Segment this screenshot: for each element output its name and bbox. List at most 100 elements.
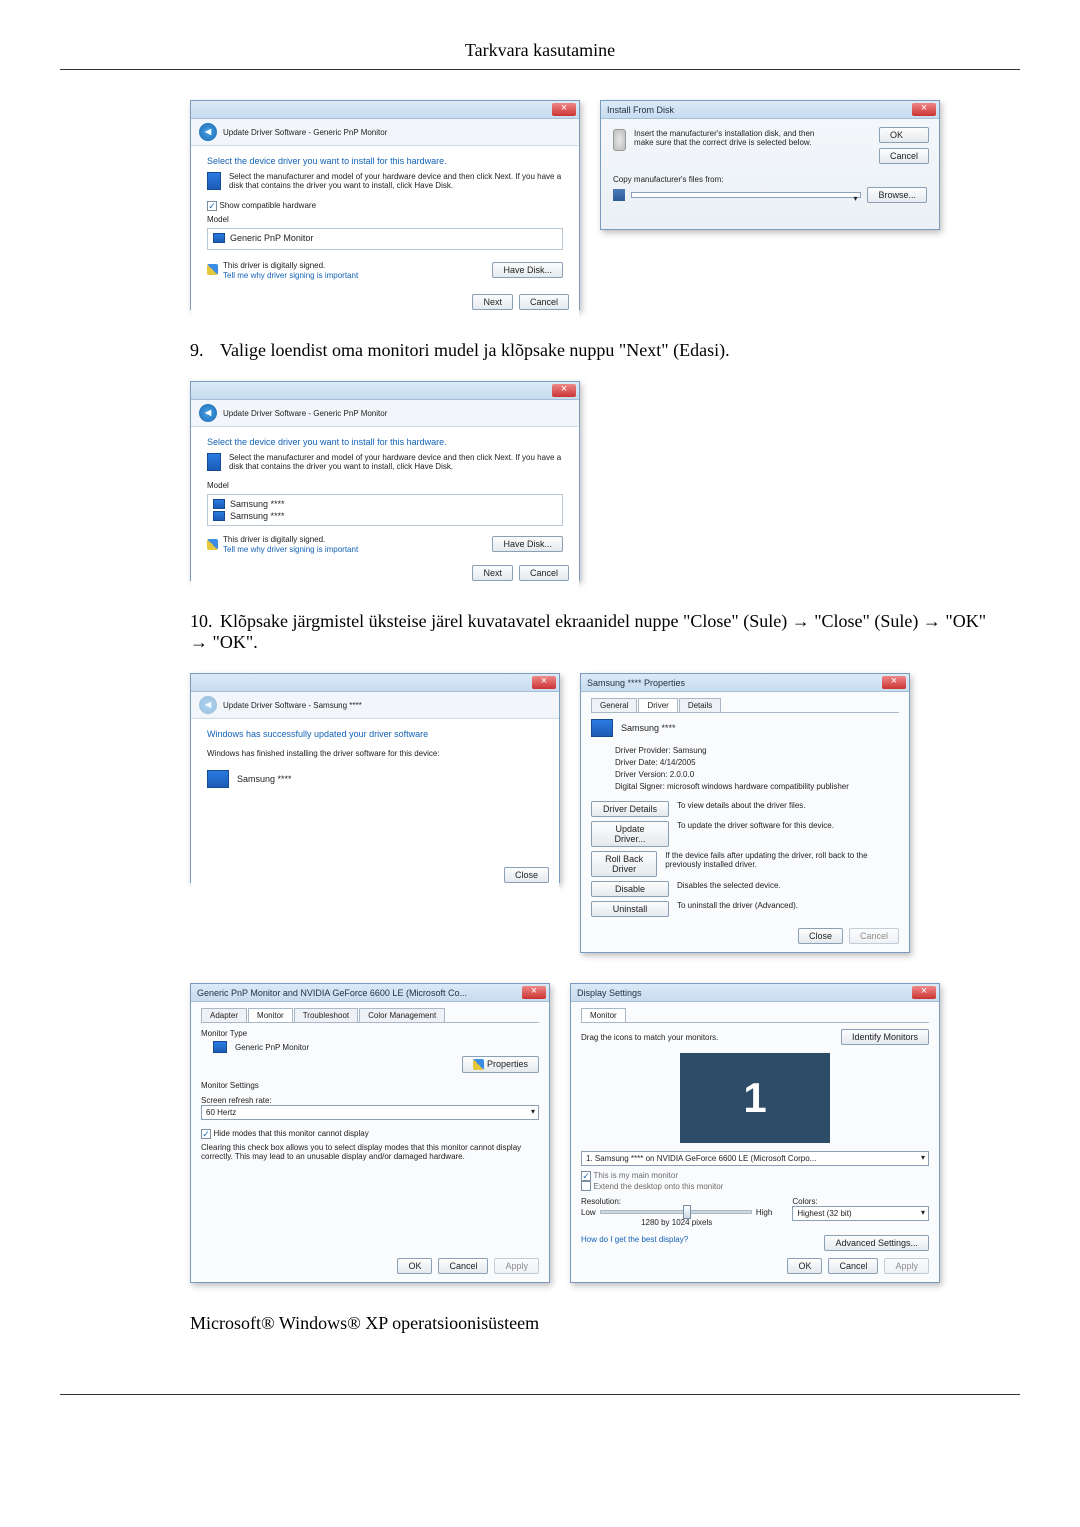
cancel-button[interactable]: Cancel: [519, 294, 569, 310]
step-10: 10.Klõpsake järgmistel üksteise järel ku…: [190, 611, 1000, 653]
close-icon[interactable]: ×: [912, 986, 936, 999]
drag-instruction: Drag the icons to match your monitors.: [581, 1033, 718, 1042]
resolution-value: 1280 by 1024 pixels: [581, 1218, 772, 1227]
device-name: Samsung ****: [237, 774, 292, 784]
floppy-icon: [613, 189, 625, 201]
model-list[interactable]: Samsung **** Samsung ****: [207, 494, 563, 526]
title-bar: Install From Disk ×: [601, 101, 939, 119]
title-bar: Display Settings ×: [571, 984, 939, 1002]
monitor-icon: [213, 1041, 227, 1053]
finish-dialog: × ◄ Update Driver Software - Samsung ***…: [190, 673, 560, 883]
monitor-type-value: Generic PnP Monitor: [235, 1043, 309, 1052]
disk-icon: [613, 129, 626, 151]
have-disk-button[interactable]: Have Disk...: [492, 536, 563, 552]
title-bar: ×: [191, 382, 579, 400]
rollback-driver-button[interactable]: Roll Back Driver: [591, 851, 657, 877]
update-driver-button[interactable]: Update Driver...: [591, 821, 669, 847]
cancel-button[interactable]: Cancel: [828, 1258, 878, 1274]
shield-icon: [207, 539, 218, 550]
device-name: Samsung ****: [621, 723, 676, 733]
colors-select[interactable]: Highest (32 bit): [792, 1206, 929, 1221]
tell-me-link[interactable]: Tell me why driver signing is important: [223, 271, 358, 280]
dialog-title: Samsung **** Properties: [587, 678, 685, 688]
best-display-link[interactable]: How do I get the best display?: [581, 1235, 688, 1251]
properties-button[interactable]: Properties: [462, 1056, 539, 1073]
breadcrumb-text: Update Driver Software - Generic PnP Mon…: [223, 128, 387, 137]
step-9: 9.Valige loendist oma monitori mudel ja …: [190, 340, 1000, 361]
cancel-button[interactable]: Cancel: [438, 1258, 488, 1274]
tab-color-management[interactable]: Color Management: [359, 1008, 445, 1022]
advanced-settings-button[interactable]: Advanced Settings...: [824, 1235, 929, 1251]
close-button[interactable]: Close: [504, 867, 549, 883]
ok-button[interactable]: OK: [879, 127, 929, 143]
next-button[interactable]: Next: [472, 565, 513, 581]
next-button[interactable]: Next: [472, 294, 513, 310]
uninstall-button[interactable]: Uninstall: [591, 901, 669, 917]
cancel-button[interactable]: Cancel: [519, 565, 569, 581]
tab-general[interactable]: General: [591, 698, 637, 712]
refresh-rate-label: Screen refresh rate:: [201, 1096, 539, 1105]
tell-me-link[interactable]: Tell me why driver signing is important: [223, 545, 358, 554]
monitor-preview[interactable]: 1: [680, 1053, 830, 1143]
extend-desktop-checkbox: [581, 1181, 591, 1191]
tab-driver[interactable]: Driver: [638, 698, 677, 712]
monitor-type-label: Monitor Type: [201, 1029, 539, 1038]
dialog-heading: Select the device driver you want to ins…: [207, 437, 563, 447]
properties-dialog: Samsung **** Properties × General Driver…: [580, 673, 910, 953]
monitor-icon: [591, 719, 613, 737]
finish-sub: Windows has finished installing the driv…: [207, 749, 543, 758]
model-list[interactable]: Generic PnP Monitor: [207, 228, 563, 250]
dialog-heading: Select the device driver you want to ins…: [207, 156, 563, 166]
tab-monitor[interactable]: Monitor: [581, 1008, 626, 1022]
cancel-button[interactable]: Cancel: [879, 148, 929, 164]
copy-from-label: Copy manufacturer's files from:: [613, 175, 927, 184]
monitor-icon: [207, 770, 229, 788]
path-select[interactable]: [631, 192, 861, 198]
header-divider: [60, 69, 1020, 70]
tab-details[interactable]: Details: [679, 698, 721, 712]
main-monitor-checkbox: ✓: [581, 1171, 591, 1181]
signed-text: This driver is digitally signed.: [223, 261, 325, 270]
finish-heading: Windows has successfully updated your dr…: [207, 729, 543, 739]
dialog-title: Display Settings: [577, 988, 642, 998]
install-from-disk-dialog: Install From Disk × Insert the manufactu…: [600, 100, 940, 230]
identify-monitors-button[interactable]: Identify Monitors: [841, 1029, 929, 1045]
tab-troubleshoot[interactable]: Troubleshoot: [294, 1008, 358, 1022]
close-icon[interactable]: ×: [522, 986, 546, 999]
model-label: Model: [207, 215, 563, 224]
driver-wizard-dialog-1: × ◄ Update Driver Software - Generic PnP…: [190, 100, 580, 310]
title-bar: Generic PnP Monitor and NVIDIA GeForce 6…: [191, 984, 549, 1002]
close-icon[interactable]: ×: [552, 384, 576, 397]
ok-button[interactable]: OK: [787, 1258, 822, 1274]
cancel-button: Cancel: [849, 928, 899, 944]
breadcrumb-text: Update Driver Software - Samsung ****: [223, 701, 362, 710]
close-icon[interactable]: ×: [882, 676, 906, 689]
monitor-icon: [207, 172, 221, 190]
disable-button[interactable]: Disable: [591, 881, 669, 897]
page-header: Tarkvara kasutamine: [60, 40, 1020, 61]
refresh-rate-select[interactable]: 60 Hertz: [201, 1105, 539, 1120]
hide-modes-checkbox[interactable]: ✓: [201, 1129, 211, 1139]
browse-button[interactable]: Browse...: [867, 187, 927, 203]
show-compatible-label: Show compatible hardware: [220, 201, 317, 210]
tab-monitor[interactable]: Monitor: [248, 1008, 293, 1022]
hide-modes-description: Clearing this check box allows you to se…: [201, 1143, 539, 1161]
extend-desktop-label: Extend the desktop onto this monitor: [594, 1182, 724, 1191]
driver-details-button[interactable]: Driver Details: [591, 801, 669, 817]
back-icon[interactable]: ◄: [199, 123, 217, 141]
monitor-select[interactable]: 1. Samsung **** on NVIDIA GeForce 6600 L…: [581, 1151, 929, 1166]
shield-icon: [473, 1059, 484, 1070]
close-icon[interactable]: ×: [552, 103, 576, 116]
monitor-icon: [207, 453, 221, 471]
show-compatible-checkbox[interactable]: ✓: [207, 201, 217, 211]
back-icon[interactable]: ◄: [199, 404, 217, 422]
ok-button[interactable]: OK: [397, 1258, 432, 1274]
close-icon[interactable]: ×: [532, 676, 556, 689]
close-icon[interactable]: ×: [912, 103, 936, 116]
resolution-slider[interactable]: [600, 1210, 752, 1214]
tab-adapter[interactable]: Adapter: [201, 1008, 247, 1022]
have-disk-button[interactable]: Have Disk...: [492, 262, 563, 278]
resolution-label: Resolution:: [581, 1197, 772, 1206]
title-bar: ×: [191, 674, 559, 692]
close-button[interactable]: Close: [798, 928, 843, 944]
